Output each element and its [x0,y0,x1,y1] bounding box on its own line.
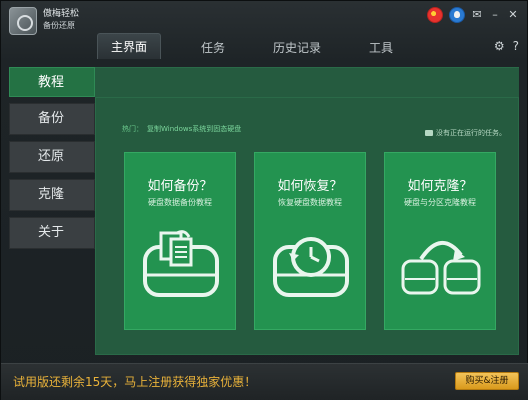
tab-home[interactable]: 主界面 [97,33,161,59]
chat-icon [425,130,433,136]
tab-history[interactable]: 历史记录 [265,37,329,59]
task-status-text: 没有正在运行的任务。 [436,129,506,137]
card-title: 如何恢复？ [277,179,343,194]
tab-tasks[interactable]: 任务 [181,37,245,59]
sidebar-item-backup[interactable]: 备份 [9,103,95,135]
titlebar-controls: ✉ – ✕ [427,7,519,23]
bottom-bar: 试用版还剩余15天，马上注册获得独家优惠！ 购买&注册 [1,363,528,400]
main-panel-top [95,67,519,97]
buy-register-button[interactable]: 购买&注册 [455,372,519,390]
qq-icon[interactable] [449,7,465,23]
card-how-restore[interactable]: 如何恢复？ 恢复硬盘数据教程 [254,152,366,330]
card-title: 如何备份？ [147,179,213,194]
trial-notice: 试用版还剩余15天，马上注册获得独家优惠！ [13,375,257,389]
weibo-icon[interactable] [427,7,443,23]
main-tabs: 主界面 任务 历史记录 工具 [97,33,433,61]
main-panel: 没有正在运行的任务。 热门： 复制Windows系统到固态硬盘 如何备份？ 硬盘数… [95,97,519,355]
card-description: 恢复硬盘数据教程 [278,198,342,207]
card-how-clone[interactable]: 如何克隆？ 硬盘与分区克隆教程 [384,152,496,330]
app-window: 傲梅轻松 备份还原 主界面 任务 历史记录 工具 ✉ – ✕ ⚙ ? 教程 备份… [0,0,528,400]
help-icon[interactable]: ? [513,39,519,53]
close-icon[interactable]: ✕ [507,8,519,22]
sidebar-item-tutorial[interactable]: 教程 [9,67,95,97]
skin-icon[interactable]: ✉ [471,8,483,22]
settings-controls: ⚙ ? [494,39,519,53]
brand-name: 傲梅轻松 [43,9,80,19]
card-how-backup[interactable]: 如何备份？ 硬盘数据备份教程 [124,152,236,330]
sidebar: 教程 备份 还原 克隆 关于 [9,67,95,255]
task-status: 没有正在运行的任务。 [425,128,506,138]
sidebar-item-restore[interactable]: 还原 [9,141,95,173]
app-logo-icon [9,7,37,35]
tab-tools[interactable]: 工具 [349,37,413,59]
hot-link[interactable]: 复制Windows系统到固态硬盘 [147,125,241,133]
card-description: 硬盘数据备份教程 [148,198,212,207]
disk-restore-icon [273,237,349,297]
minimize-icon[interactable]: – [489,8,501,22]
hot-label: 热门： [122,125,143,133]
hot-topic: 热门： 复制Windows系统到固态硬盘 [122,124,241,134]
brand: 傲梅轻松 备份还原 [43,9,79,31]
card-description: 硬盘与分区克隆教程 [404,198,476,207]
sidebar-item-about[interactable]: 关于 [9,217,95,249]
disk-backup-icon [143,230,219,297]
card-title: 如何克隆？ [407,179,473,194]
brand-subtitle: 备份还原 [43,21,75,30]
gear-icon[interactable]: ⚙ [494,39,505,53]
sidebar-item-clone[interactable]: 克隆 [9,179,95,211]
disk-clone-icon [401,241,481,295]
title-bar: 傲梅轻松 备份还原 主界面 任务 历史记录 工具 ✉ – ✕ ⚙ ? [1,1,528,61]
